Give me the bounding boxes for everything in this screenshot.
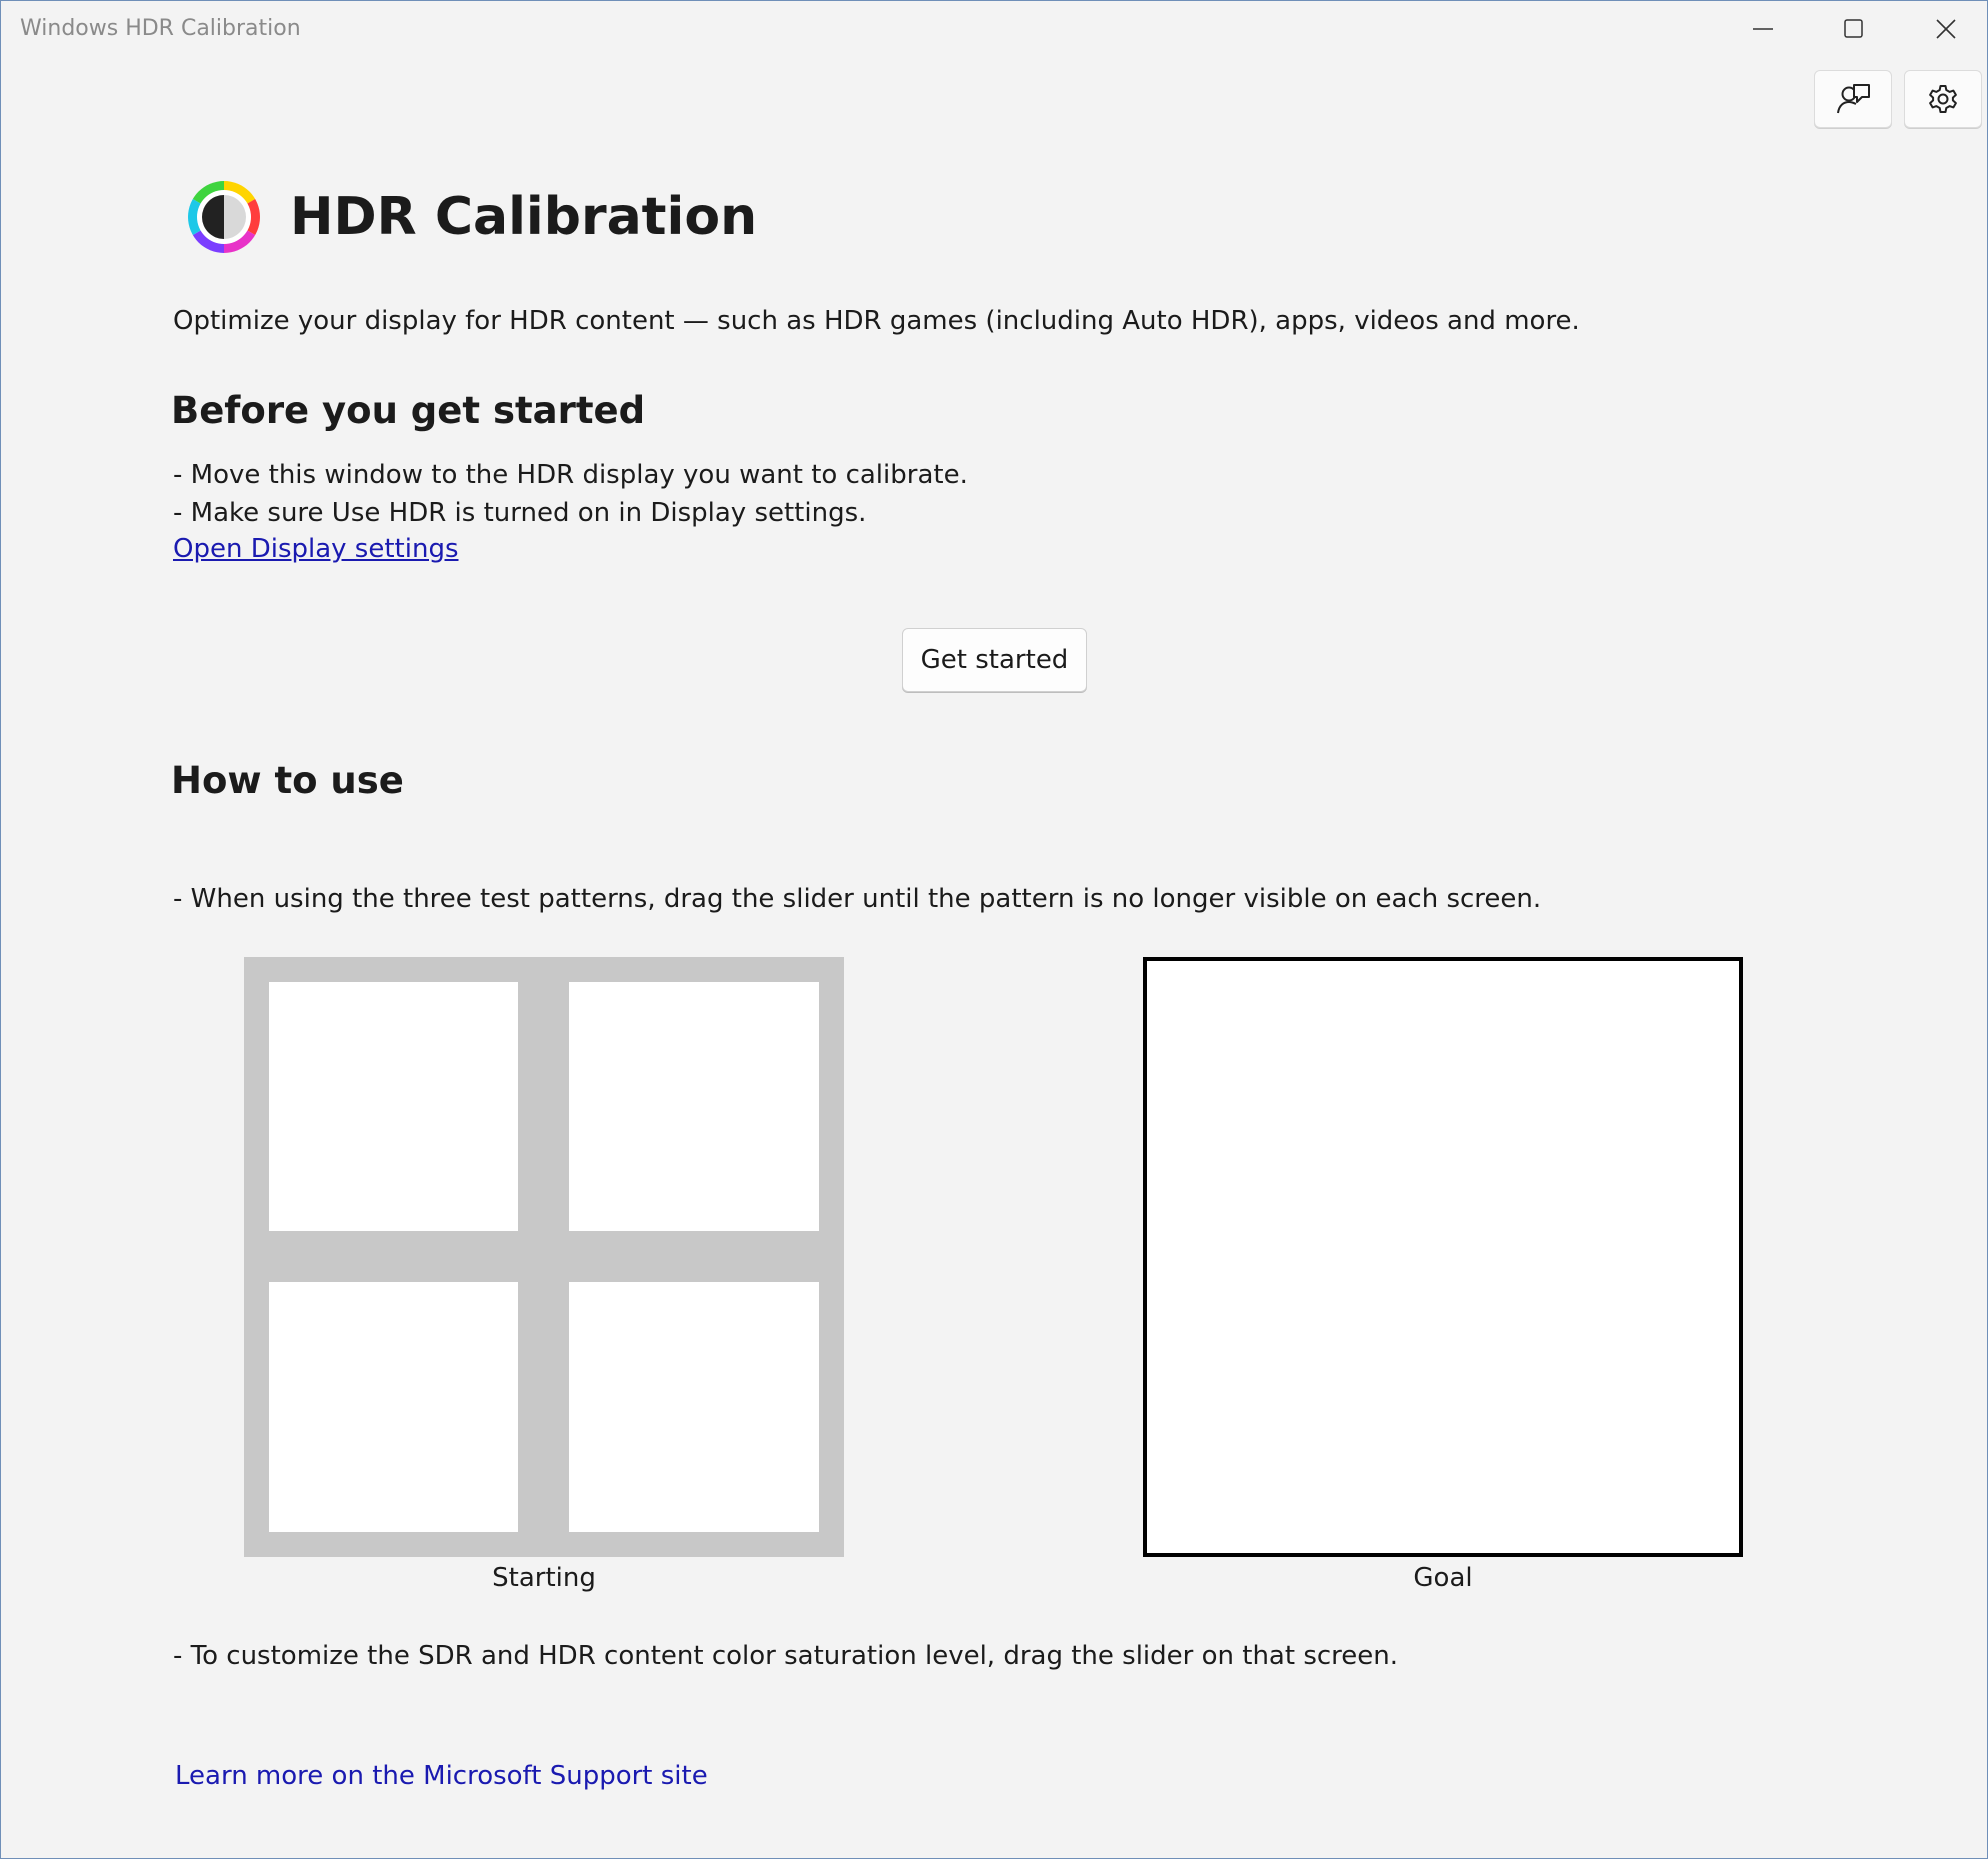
window-title: Windows HDR Calibration — [20, 16, 301, 41]
app-window: Windows HDR Calibration HDR Calibration … — [0, 0, 1988, 1859]
support-site-link[interactable]: Learn more on the Microsoft Support site — [175, 1761, 708, 1791]
maximize-button[interactable] — [1809, 1, 1899, 56]
starting-label: Starting — [492, 1563, 596, 1593]
minimize-icon — [1753, 27, 1773, 30]
maximize-icon — [1844, 18, 1863, 38]
close-button[interactable] — [1901, 1, 1987, 56]
before-item-move-window: - Move this window to the HDR display yo… — [173, 460, 968, 490]
pattern-quadrant — [269, 982, 518, 1231]
close-icon — [1936, 18, 1956, 39]
get-started-button[interactable]: Get started — [902, 628, 1087, 692]
pattern-quadrant — [569, 1282, 819, 1532]
how-item-test-patterns: - When using the three test patterns, dr… — [173, 884, 1542, 914]
settings-button[interactable] — [1904, 70, 1982, 128]
before-heading: Before you get started — [171, 389, 646, 432]
how-to-use-heading: How to use — [171, 759, 404, 802]
intro-text: Optimize your display for HDR content — … — [173, 306, 1580, 336]
title-bar: Windows HDR Calibration — [1, 1, 1987, 59]
how-item-saturation: - To customize the SDR and HDR content c… — [173, 1641, 1399, 1671]
app-header: HDR Calibration — [188, 177, 757, 257]
feedback-button[interactable] — [1814, 70, 1892, 128]
before-item-use-hdr: - Make sure Use HDR is turned on in Disp… — [173, 498, 867, 528]
gear-icon — [1929, 85, 1957, 113]
feedback-icon — [1837, 84, 1870, 114]
goal-pattern — [1143, 957, 1743, 1557]
color-wheel-icon — [188, 181, 260, 253]
pattern-quadrant — [269, 1282, 518, 1532]
goal-label: Goal — [1413, 1563, 1473, 1593]
open-display-settings-link[interactable]: Open Display settings — [173, 534, 459, 564]
page-title: HDR Calibration — [290, 187, 758, 247]
minimize-button[interactable] — [1718, 1, 1808, 56]
pattern-quadrant — [569, 982, 819, 1231]
starting-pattern — [244, 957, 844, 1557]
